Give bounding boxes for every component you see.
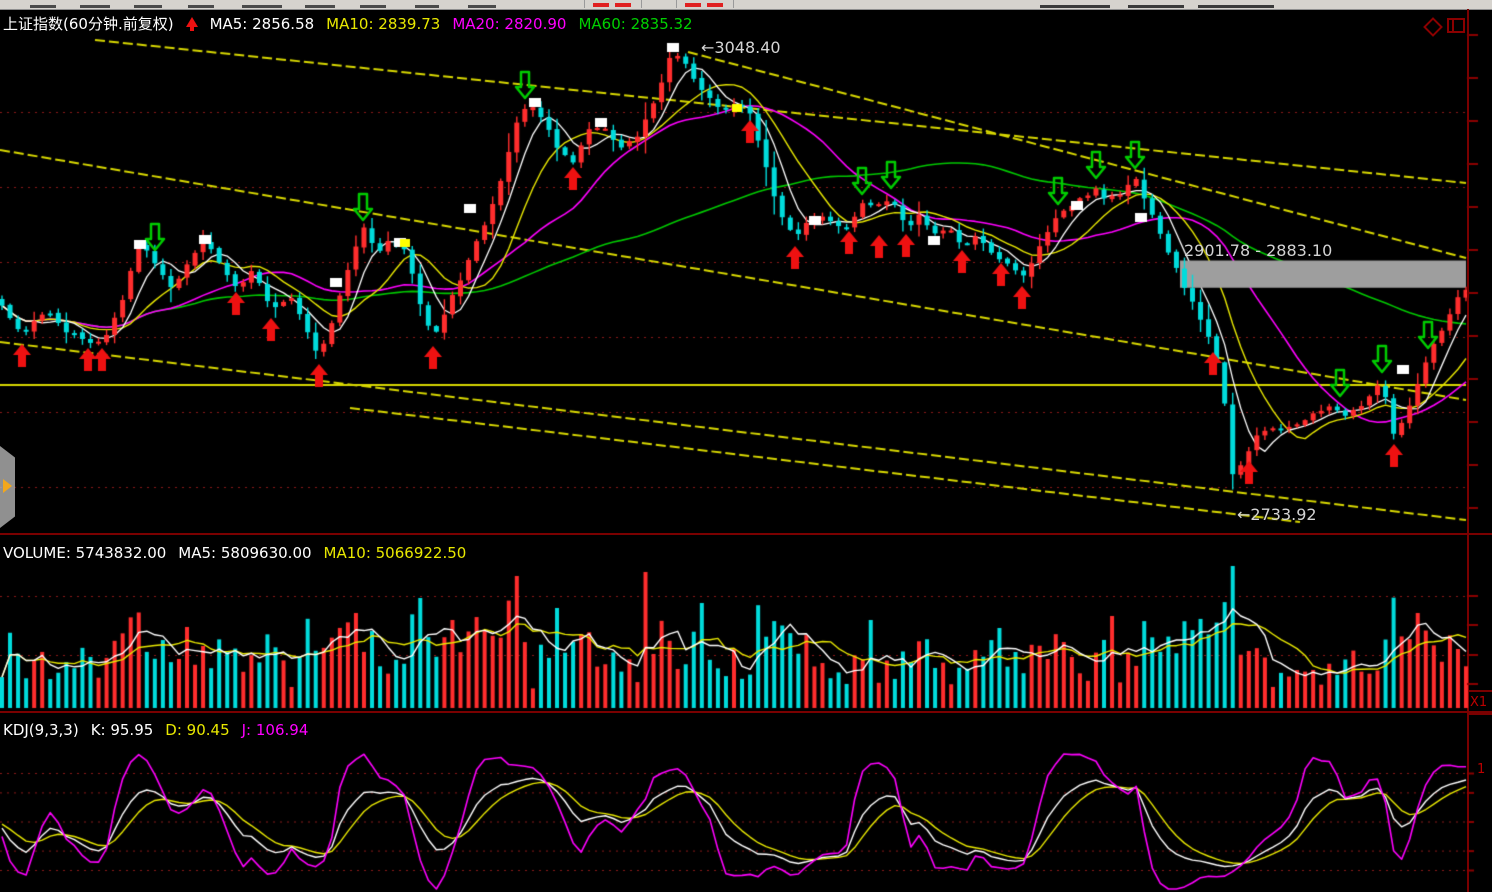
kdj-j-value: J: 106.94 — [242, 721, 309, 739]
menu-item-clipped[interactable] — [415, 5, 439, 8]
menu-item-clipped[interactable] — [1128, 5, 1184, 8]
volume-ma10: MA10: 5066922.50 — [324, 544, 467, 562]
sidebar-flyout-tab[interactable] — [0, 446, 15, 528]
app-window: 上证指数(60分钟.前复权) MA5: 2856.58 MA10: 2839.73 M… — [0, 0, 1492, 892]
kdj-scale-label: 1 — [1477, 762, 1485, 777]
kdj-k-value: K: 95.95 — [91, 721, 154, 739]
volume-chart-canvas[interactable] — [0, 558, 1492, 712]
menu-item-clipped[interactable] — [134, 5, 162, 8]
ma10-value: MA10: 2839.73 — [326, 15, 440, 33]
kdj-title: KDJ(9,3,3) — [3, 721, 79, 739]
kdj-chart-canvas[interactable] — [0, 736, 1492, 892]
chart-title: 上证指数(60分钟.前复权) — [3, 15, 174, 33]
chart-header: 上证指数(60分钟.前复权) MA5: 2856.58 MA10: 2839.73 M… — [3, 13, 705, 34]
split-window-icon[interactable] — [1447, 18, 1465, 33]
gap-range-label: 2901.78 - 2883.10 — [1184, 241, 1332, 260]
axis-box-line — [1467, 713, 1492, 715]
panel-separator — [0, 533, 1492, 535]
kdj-header: KDJ(9,3,3) K: 95.95 D: 90.45 J: 106.94 — [3, 721, 320, 739]
volume-ma5: MA5: 5809630.00 — [178, 544, 311, 562]
expand-arrow-icon — [3, 479, 12, 493]
menu-item-clipped[interactable] — [468, 5, 496, 8]
menu-item-clipped[interactable] — [1040, 5, 1110, 8]
main-chart-canvas[interactable] — [0, 9, 1492, 533]
menu-item-clipped[interactable] — [305, 5, 335, 8]
peak-price-label: ←3048.40 — [701, 38, 781, 57]
ma60-value: MA60: 2835.32 — [578, 15, 692, 33]
menu-item-clipped[interactable] — [242, 5, 282, 8]
volume-header: VOLUME: 5743832.00 MA5: 5809630.00 MA10: 5… — [3, 544, 478, 562]
up-arrow-icon — [186, 17, 198, 27]
volume-value: VOLUME: 5743832.00 — [3, 544, 166, 562]
volume-scale-label: X1 — [1470, 695, 1487, 710]
menu-item-clipped[interactable] — [360, 5, 386, 8]
ma20-value: MA20: 2820.90 — [452, 15, 566, 33]
menu-item-clipped[interactable] — [1198, 5, 1274, 8]
menu-item-clipped[interactable] — [30, 5, 56, 8]
kdj-d-value: D: 90.45 — [165, 721, 229, 739]
low-price-label: ←2733.92 — [1237, 505, 1317, 524]
menu-button-clipped[interactable] — [584, 0, 642, 8]
ma5-value: MA5: 2856.58 — [210, 15, 315, 33]
menu-item-clipped[interactable] — [80, 5, 110, 8]
menu-button-clipped[interactable] — [676, 0, 734, 8]
menu-item-clipped[interactable] — [188, 5, 214, 8]
